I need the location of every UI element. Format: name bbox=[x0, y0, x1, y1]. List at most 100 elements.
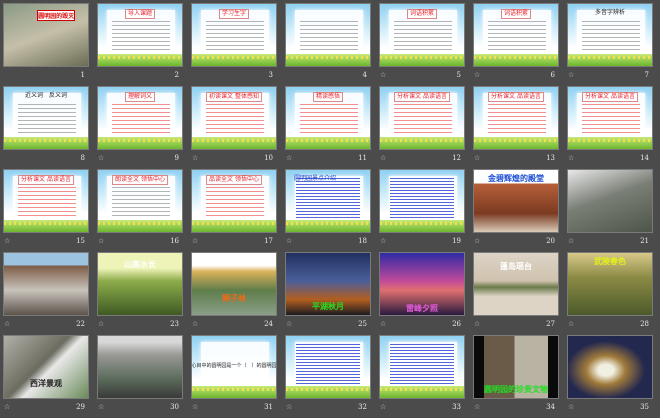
slide-number: 26 bbox=[452, 320, 461, 328]
slide-thumbnail[interactable]: 朗读全文 领悟中心 bbox=[97, 169, 183, 233]
slide-thumbnail[interactable] bbox=[3, 252, 89, 316]
grass-decoration bbox=[98, 220, 182, 232]
slide-title: 圆明园的珍贵文物 bbox=[484, 385, 548, 394]
slide-thumbnail[interactable]: 圆明园的珍贵文物 bbox=[473, 335, 559, 399]
slide-thumbnail[interactable]: 我心目中的圆明园是一个（ ）的圆明园。 bbox=[191, 335, 277, 399]
transition-star-icon[interactable]: ☆ bbox=[192, 154, 198, 162]
transition-star-icon[interactable]: ☆ bbox=[98, 403, 104, 411]
slide-thumbnail[interactable]: 学习生字 bbox=[191, 3, 277, 67]
transition-star-icon[interactable]: ☆ bbox=[474, 71, 480, 79]
slide-title: 圆明园景点介绍 bbox=[294, 175, 337, 182]
slide-thumbnail[interactable]: 西洋景观 bbox=[3, 335, 89, 399]
transition-star-icon[interactable]: ☆ bbox=[286, 154, 292, 162]
transition-star-icon[interactable]: ☆ bbox=[192, 320, 198, 328]
transition-star-icon[interactable]: ☆ bbox=[474, 403, 480, 411]
slide-body-text bbox=[112, 21, 170, 51]
transition-star-icon[interactable]: ☆ bbox=[380, 154, 386, 162]
slide-thumbnail[interactable] bbox=[567, 335, 653, 399]
slide-body-text bbox=[206, 187, 264, 217]
transition-star-icon[interactable]: ☆ bbox=[474, 320, 480, 328]
transition-star-icon[interactable]: ☆ bbox=[568, 71, 574, 79]
slide-body-text bbox=[390, 178, 454, 218]
slide-thumbnail[interactable]: 蓬岛瑶台 bbox=[473, 252, 559, 316]
slide-thumbnail[interactable]: 分析课文 品读语言 bbox=[567, 86, 653, 150]
slide-thumbnail[interactable]: 分析课文 品读语言 bbox=[473, 86, 559, 150]
slide-thumbnail[interactable] bbox=[285, 335, 371, 399]
transition-star-icon[interactable]: ☆ bbox=[286, 237, 292, 245]
slide-thumbnail[interactable] bbox=[97, 335, 183, 399]
slide-thumbnail[interactable]: 初读课文 整体感知 bbox=[191, 86, 277, 150]
slide-cell: ☆ 21 bbox=[567, 169, 653, 252]
transition-star-icon[interactable]: ☆ bbox=[4, 403, 10, 411]
slide-thumbnail[interactable]: 导入课题 bbox=[97, 3, 183, 67]
transition-star-icon[interactable]: ☆ bbox=[4, 237, 10, 245]
slide-body-text bbox=[112, 187, 170, 217]
slide-cell: 西洋景观 ☆ 29 bbox=[3, 335, 89, 418]
transition-star-icon[interactable]: ☆ bbox=[568, 320, 574, 328]
transition-star-icon[interactable]: ☆ bbox=[286, 320, 292, 328]
slide-thumbnail[interactable]: 词语积累 bbox=[379, 3, 465, 67]
transition-star-icon[interactable]: ☆ bbox=[380, 320, 386, 328]
slide-cell: ☆ 35 bbox=[567, 335, 653, 418]
slide-thumbnail[interactable]: 金碧辉煌的殿堂 bbox=[473, 169, 559, 233]
slide-title: 平湖秋月 bbox=[312, 302, 344, 311]
transition-star-icon[interactable]: ☆ bbox=[380, 237, 386, 245]
transition-star-icon[interactable]: ☆ bbox=[98, 320, 104, 328]
slide-thumbnail[interactable]: 狮子林 bbox=[191, 252, 277, 316]
transition-star-icon[interactable]: ☆ bbox=[98, 154, 104, 162]
slide-number: 5 bbox=[456, 71, 461, 79]
slide-cell: 精读感悟 ☆ 11 bbox=[285, 86, 371, 169]
slide-title: 西洋景观 bbox=[30, 379, 62, 388]
slide-thumbnail[interactable]: 平湖秋月 bbox=[285, 252, 371, 316]
grass-decoration bbox=[474, 137, 558, 149]
transition-star-icon[interactable]: ☆ bbox=[380, 403, 386, 411]
slide-thumbnail[interactable]: 理解词义 bbox=[97, 86, 183, 150]
slide-number: 29 bbox=[76, 403, 85, 411]
grass-decoration bbox=[380, 137, 464, 149]
slide-thumbnail[interactable] bbox=[379, 169, 465, 233]
slide-thumbnail[interactable] bbox=[379, 335, 465, 399]
slide-title: 词语积累 bbox=[406, 9, 438, 19]
slide-cell: 学习生字 3 bbox=[191, 3, 277, 86]
slide-thumbnail[interactable]: 分析课文 品读语言 bbox=[379, 86, 465, 150]
slide-thumbnail[interactable]: 圆明园景点介绍 bbox=[285, 169, 371, 233]
slide-number: 1 bbox=[80, 71, 85, 79]
slide-title: 我心目中的圆明园是一个（ ）的圆明园。 bbox=[191, 363, 277, 369]
slide-title: 导入课题 bbox=[124, 9, 156, 19]
slide-thumbnail[interactable] bbox=[567, 169, 653, 233]
slide-thumbnail[interactable]: 词语积累 bbox=[473, 3, 559, 67]
grass-decoration bbox=[98, 137, 182, 149]
slide-number: 21 bbox=[640, 237, 649, 245]
slide-title: 金碧辉煌的殿堂 bbox=[488, 174, 544, 183]
transition-star-icon[interactable]: ☆ bbox=[4, 320, 10, 328]
slide-thumbnail[interactable]: 品读全文 领悟中心 bbox=[191, 169, 277, 233]
slide-thumbnail[interactable]: 近义词 反义词 bbox=[3, 86, 89, 150]
slide-title: 狮子林 bbox=[222, 294, 246, 303]
transition-star-icon[interactable]: ☆ bbox=[192, 237, 198, 245]
slide-thumbnail[interactable]: 精读感悟 bbox=[285, 86, 371, 150]
slide-thumbnail[interactable]: 分析课文 品读语言 bbox=[3, 169, 89, 233]
slide-thumbnail[interactable]: 多音字辨析 bbox=[567, 3, 653, 67]
transition-star-icon[interactable]: ☆ bbox=[98, 237, 104, 245]
transition-star-icon[interactable]: ☆ bbox=[286, 403, 292, 411]
slide-thumbnail[interactable]: 武陵春色 bbox=[567, 252, 653, 316]
transition-star-icon[interactable]: ☆ bbox=[192, 403, 198, 411]
slide-thumbnail[interactable]: 雷峰夕照 bbox=[379, 252, 465, 316]
slide-body-text bbox=[112, 104, 170, 134]
slide-thumbnail[interactable] bbox=[285, 3, 371, 67]
transition-star-icon[interactable]: ☆ bbox=[474, 154, 480, 162]
transition-star-icon[interactable]: ☆ bbox=[568, 403, 574, 411]
slide-number: 25 bbox=[358, 320, 367, 328]
transition-star-icon[interactable]: ☆ bbox=[474, 237, 480, 245]
slide-thumbnail[interactable]: 山高水长 bbox=[97, 252, 183, 316]
slide-thumbnail[interactable]: 圆明园的毁灭 bbox=[3, 3, 89, 67]
slide-title: 初读课文 整体感知 bbox=[206, 92, 262, 102]
transition-star-icon[interactable]: ☆ bbox=[568, 154, 574, 162]
grass-decoration bbox=[192, 386, 276, 398]
slide-cell: 近义词 反义词 8 bbox=[3, 86, 89, 169]
transition-star-icon[interactable]: ☆ bbox=[380, 71, 386, 79]
slide-cell: ☆ 22 bbox=[3, 252, 89, 335]
slide-number: 9 bbox=[174, 154, 179, 162]
slide-cell: ☆ 30 bbox=[97, 335, 183, 418]
transition-star-icon[interactable]: ☆ bbox=[568, 237, 574, 245]
